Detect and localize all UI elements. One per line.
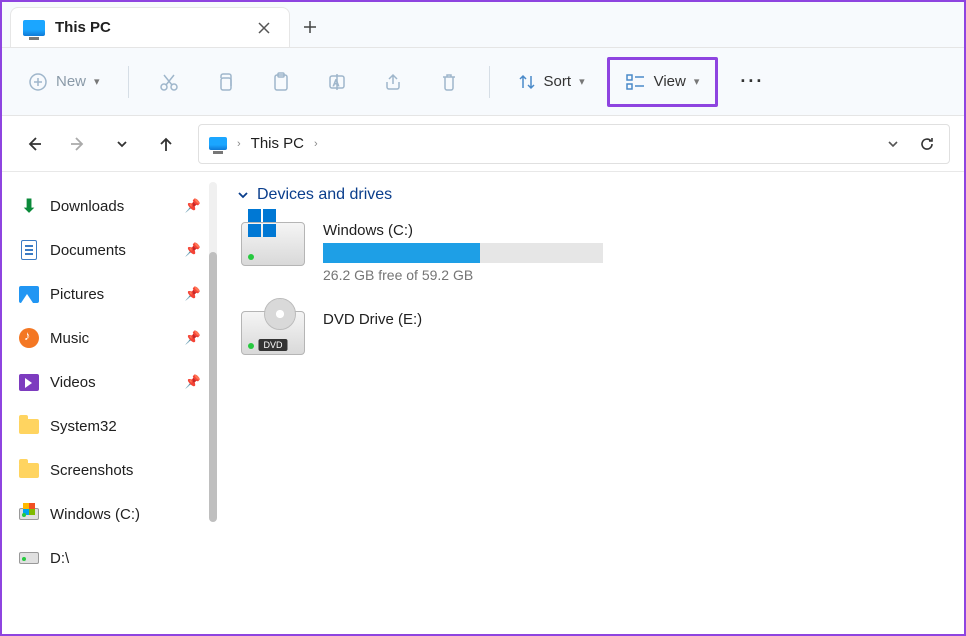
sidebar-item-label: Music [50, 330, 89, 347]
sidebar-item-label: Screenshots [50, 462, 133, 479]
drive-name: DVD Drive (E:) [323, 311, 603, 328]
dvd-badge: DVD [258, 339, 287, 351]
sidebar-item-label: Windows (C:) [50, 506, 140, 523]
tab-title: This PC [55, 19, 241, 36]
forward-button[interactable] [60, 126, 96, 162]
svg-text:A: A [333, 78, 339, 88]
chevron-right-icon: › [314, 138, 318, 150]
more-button[interactable]: ··· [730, 62, 774, 102]
sidebar-item-label: Documents [50, 242, 126, 259]
sidebar-item-label: Pictures [50, 286, 104, 303]
sidebar-item-pictures[interactable]: Pictures 📌 [8, 272, 211, 316]
dvd-drive-icon: DVD [241, 311, 305, 355]
sidebar-item-documents[interactable]: Documents 📌 [8, 228, 211, 272]
chevron-down-icon: ▾ [694, 75, 700, 88]
sidebar-item-label: Downloads [50, 198, 124, 215]
folder-icon [18, 459, 40, 481]
address-bar: › This PC › [2, 116, 964, 172]
content-area: Devices and drives Windows (C:) 26.2 GB … [217, 172, 964, 634]
folder-icon [18, 415, 40, 437]
sidebar-item-music[interactable]: Music 📌 [8, 316, 211, 360]
pin-icon: 📌 [185, 330, 201, 346]
sort-button[interactable]: Sort ▾ [508, 62, 595, 102]
paste-button[interactable] [259, 62, 303, 102]
sidebar-item-screenshots[interactable]: Screenshots [8, 448, 211, 492]
pin-icon: 📌 [185, 374, 201, 390]
drive-icon [18, 547, 40, 569]
sidebar-item-d-drive[interactable]: D:\ [8, 536, 211, 580]
tab-this-pc[interactable]: This PC [10, 7, 290, 47]
breadcrumb-dropdown[interactable] [881, 126, 905, 162]
pictures-icon [18, 283, 40, 305]
close-tab-button[interactable] [251, 15, 277, 41]
share-button[interactable] [371, 62, 415, 102]
sidebar-item-windows-c[interactable]: Windows (C:) [8, 492, 211, 536]
chevron-down-icon: ▾ [94, 75, 100, 88]
refresh-button[interactable] [915, 126, 939, 162]
documents-icon [18, 239, 40, 261]
up-button[interactable] [148, 126, 184, 162]
drive-name: Windows (C:) [323, 222, 603, 239]
new-button[interactable]: New ▾ [18, 62, 110, 102]
view-button[interactable]: View ▾ [616, 62, 710, 102]
sidebar-item-system32[interactable]: System32 [8, 404, 211, 448]
breadcrumb-item[interactable]: This PC [251, 135, 304, 152]
navigation-pane: ⬇ Downloads 📌 Documents 📌 Pictures 📌 Mus… [2, 172, 217, 634]
rename-button[interactable]: A [315, 62, 359, 102]
sidebar-item-downloads[interactable]: ⬇ Downloads 📌 [8, 184, 211, 228]
drive-icon [18, 503, 40, 525]
this-pc-icon [209, 137, 227, 150]
music-icon [18, 327, 40, 349]
scrollbar-thumb[interactable] [209, 252, 217, 522]
videos-icon [18, 371, 40, 393]
pin-icon: 📌 [185, 242, 201, 258]
tab-bar: This PC [2, 2, 964, 48]
new-label: New [56, 73, 86, 90]
view-label: View [654, 73, 686, 90]
this-pc-icon [23, 20, 45, 36]
delete-button[interactable] [427, 62, 471, 102]
pin-icon: 📌 [185, 198, 201, 214]
ellipsis-icon: ··· [740, 71, 764, 92]
drive-item-windows-c[interactable]: Windows (C:) 26.2 GB free of 59.2 GB [237, 218, 944, 287]
pin-icon: 📌 [185, 286, 201, 302]
chevron-down-icon [237, 189, 249, 201]
drive-icon [241, 222, 305, 266]
sidebar-item-label: System32 [50, 418, 117, 435]
breadcrumb[interactable]: › This PC › [198, 124, 950, 164]
divider [489, 66, 490, 98]
sort-label: Sort [544, 73, 572, 90]
drive-item-dvd-e[interactable]: DVD DVD Drive (E:) [237, 307, 944, 359]
back-button[interactable] [16, 126, 52, 162]
view-button-highlight: View ▾ [607, 57, 719, 107]
storage-text: 26.2 GB free of 59.2 GB [323, 267, 603, 283]
sidebar-item-videos[interactable]: Videos 📌 [8, 360, 211, 404]
storage-fill [323, 243, 480, 263]
chevron-right-icon: › [237, 138, 241, 150]
divider [128, 66, 129, 98]
group-header-label: Devices and drives [257, 186, 392, 204]
chevron-down-icon: ▾ [579, 75, 585, 88]
group-header-devices[interactable]: Devices and drives [237, 186, 944, 204]
copy-button[interactable] [203, 62, 247, 102]
downloads-icon: ⬇ [18, 195, 40, 217]
new-tab-button[interactable] [290, 7, 330, 47]
sidebar-item-label: D:\ [50, 550, 69, 567]
storage-bar [323, 243, 603, 263]
sidebar-item-label: Videos [50, 374, 96, 391]
toolbar: New ▾ A Sort ▾ View [2, 48, 964, 116]
cut-button[interactable] [147, 62, 191, 102]
recent-dropdown[interactable] [104, 126, 140, 162]
